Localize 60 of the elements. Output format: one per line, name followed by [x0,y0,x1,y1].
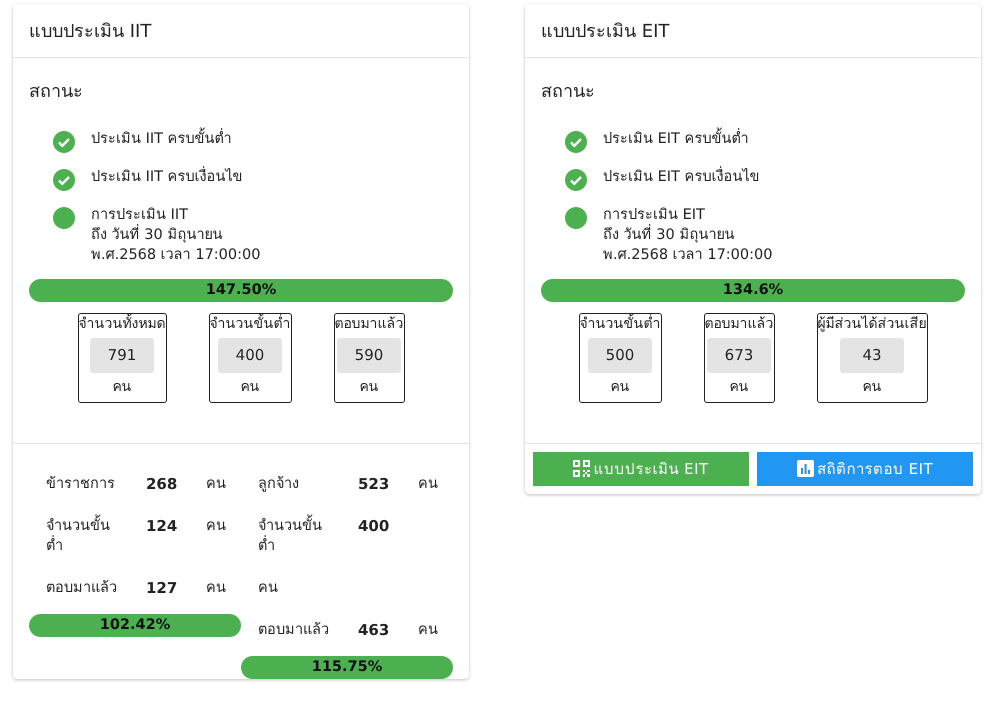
status-text: การประเมิน IIT ถึง วันที่ 30 มิถุนายน พ.ศ.2568 เวลา 17:00:00 [91,206,260,265]
row-label: ข้าราชการ [46,474,116,494]
status-text: ประเมิน IIT ครบขั้นต่ำ [91,129,232,149]
row-value: 463 [358,620,390,640]
stat-value: 500 [588,338,652,372]
stat-label: จำนวนขั้นต่ำ [210,314,290,334]
status-text: ประเมิน IIT ครบเงื่อนไข [91,167,243,187]
row-unit: คน [206,474,226,494]
section-heading: สถานะ [541,80,596,104]
stat-unit: คน [240,378,260,396]
stat-value: 673 [707,338,771,372]
check-circle-icon [565,131,587,153]
status-dot-icon [565,207,587,229]
row-unit: คน [418,620,438,640]
check-circle-icon [565,169,587,191]
row-label: ตอบมาแล้ว [258,620,330,640]
row-unit: คน [206,516,226,536]
status-dot-icon [53,207,75,229]
qr-code-icon [573,460,590,478]
bar-chart-icon [796,460,814,478]
progress-label: 115.75% [310,658,384,676]
card-title: แบบประเมิน EIT [525,4,981,58]
row-value: 523 [358,474,390,494]
progress-label: 147.50% [204,281,278,300]
stat-label: จำนวนขั้นต่ำ [580,314,660,334]
progress-label: 102.42% [98,616,172,634]
card-title: แบบประเมิน IIT [13,4,469,58]
row-unit: คน [206,578,226,598]
assessment-button[interactable]: แบบประเมิน EIT [533,452,749,486]
row-unit: คน [418,474,438,494]
stat-unit: คน [112,378,132,396]
stat-unit: คน [360,378,378,396]
statistics-button[interactable]: สถิติการตอบ EIT [757,452,973,486]
row-label: ลูกจ้าง [258,474,300,494]
stat-label: ตอบมาแล้ว [704,315,774,334]
stat-label: จำนวนทั้งหมด [78,314,166,334]
row-value: 127 [146,578,178,598]
check-circle-icon [53,131,75,153]
stat-value: 791 [90,338,154,372]
row-value: 400 [358,516,390,536]
check-circle-icon [53,169,75,191]
stat-unit: คน [610,378,630,396]
row-value: 268 [146,474,178,494]
stat-unit: คน [862,378,882,396]
status-text: การประเมิน EIT ถึง วันที่ 30 มิถุนายน พ.ศ.2568 เวลา 17:00:00 [603,206,772,265]
row-label: จำนวนขั้นต่ำ [46,516,122,556]
stat-label: ผู้มีส่วนได้ส่วนเสีย [818,314,926,334]
stat-label: ตอบมาแล้ว [334,315,404,334]
stat-value: 43 [840,338,904,372]
section-heading: สถานะ [29,80,84,104]
row-value: 124 [146,516,178,536]
row-label: จำนวนขั้นต่ำ [258,516,334,556]
status-text: ประเมิน EIT ครบขั้นต่ำ [603,129,749,149]
stat-value: 590 [337,338,401,372]
stat-unit: คน [730,378,748,396]
status-text: ประเมิน EIT ครบเงื่อนไข [603,167,760,187]
row-label: ตอบมาแล้ว [46,578,118,598]
progress-label: 134.6% [722,281,784,300]
row-label: คน [258,578,279,598]
stat-value: 400 [218,338,282,372]
